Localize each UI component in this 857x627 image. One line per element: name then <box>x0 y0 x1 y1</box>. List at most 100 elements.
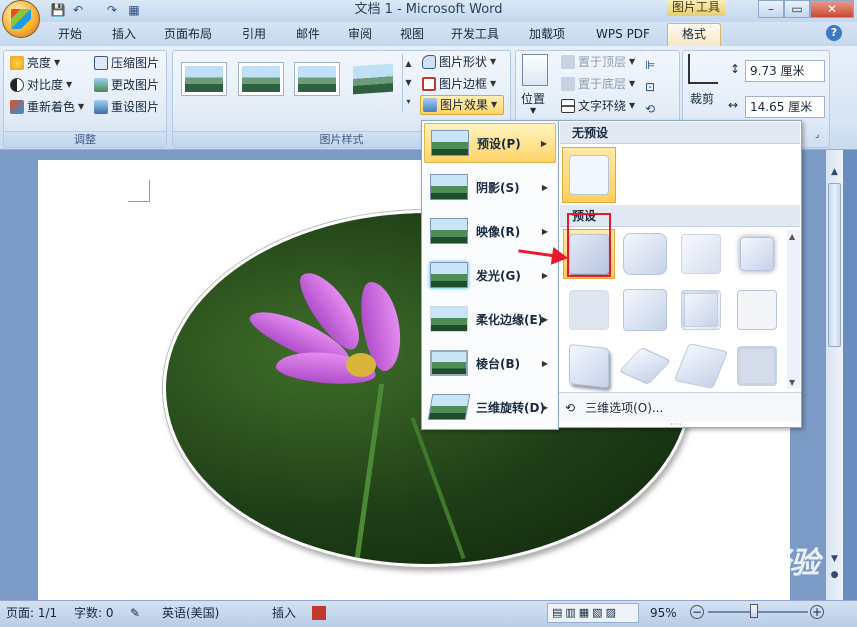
send-to-back-icon <box>561 77 575 91</box>
select-browse-object-icon[interactable]: ● <box>828 568 841 582</box>
picture-border-button[interactable]: 图片边框 ▼ <box>422 74 496 94</box>
menu-item-shadow[interactable]: 阴影(S) ▶ <box>424 167 556 207</box>
picture-style-thumb[interactable] <box>294 62 340 96</box>
picture-shape-button[interactable]: 图片形状 ▼ <box>422 52 496 72</box>
menu-item-soft-edges[interactable]: 柔化边缘(E) ▶ <box>424 299 556 339</box>
proofing-icon[interactable]: ✎ <box>130 605 140 621</box>
tab-mailings[interactable]: 邮件 <box>288 24 328 44</box>
align-group-rotate-icons[interactable]: ⊫ ⊡ ⟲ <box>645 54 669 116</box>
tab-developer[interactable]: 开发工具 <box>444 24 506 44</box>
3d-options-icon: ⟲ <box>565 400 576 415</box>
preset-option-8[interactable] <box>731 285 783 335</box>
bring-to-front-button[interactable]: 置于顶层 ▼ <box>561 52 635 72</box>
brightness-icon <box>10 56 24 70</box>
flower-stem <box>410 416 466 560</box>
position-icon[interactable] <box>522 54 548 86</box>
picture-effects-button[interactable]: 图片效果 ▼ <box>420 95 504 115</box>
brightness-button[interactable]: 亮度 ▼ <box>10 53 60 73</box>
scroll-up-icon[interactable]: ▲ <box>828 165 841 179</box>
crop-button-label[interactable]: 裁剪 <box>690 90 714 107</box>
tab-insert[interactable]: 插入 <box>104 24 144 44</box>
bring-to-front-icon <box>561 55 575 69</box>
no-preset-option[interactable] <box>562 147 616 203</box>
preset-option-12[interactable] <box>731 341 783 391</box>
recolor-button[interactable]: 重新着色 ▼ <box>10 97 84 117</box>
tab-review[interactable]: 审阅 <box>340 24 380 44</box>
tab-format[interactable]: 格式 <box>667 23 721 46</box>
zoom-level[interactable]: 95% <box>650 605 677 621</box>
flower-center <box>346 353 376 377</box>
3d-options-item[interactable]: ⟲ 三维选项(O)... <box>559 392 801 422</box>
menu-item-glow[interactable]: 发光(G) ▶ <box>424 255 556 295</box>
gallery-scroll-buttons[interactable]: ▲ ▼ ▾ <box>402 54 414 112</box>
preset-option-7[interactable] <box>675 285 727 335</box>
tab-home[interactable]: 开始 <box>50 24 90 44</box>
height-field[interactable]: 9.73 厘米 <box>745 60 825 82</box>
no-preset-header: 无预设 <box>560 122 800 144</box>
language-indicator[interactable]: 英语(美国) <box>162 605 219 621</box>
redo-icon[interactable]: ↷ <box>104 2 120 18</box>
reset-picture-icon <box>94 100 108 114</box>
width-field[interactable]: 14.65 厘米 <box>745 96 825 118</box>
group-adjust: 亮度 ▼ 对比度 ▼ 重新着色 ▼ 压缩图片 更改图片 重设图片 调整 <box>3 50 167 148</box>
3d-rotation-icon <box>427 394 471 420</box>
zoom-out-icon[interactable]: − <box>690 605 704 619</box>
insert-mode[interactable]: 插入 <box>272 605 296 621</box>
preset-option-2[interactable] <box>619 229 671 279</box>
compress-icon <box>94 56 108 70</box>
preset-option-4[interactable] <box>731 229 783 279</box>
shadow-icon <box>430 174 468 200</box>
menu-item-preset[interactable]: 预设(P) ▶ <box>424 123 556 163</box>
office-button[interactable] <box>2 0 40 38</box>
preset-option-5[interactable] <box>563 285 615 335</box>
resize-grip-icon[interactable]: ···· <box>670 420 681 430</box>
contrast-icon <box>10 78 24 92</box>
page-count[interactable]: 页面: 1/1 <box>6 605 57 621</box>
word-count[interactable]: 字数: 0 <box>74 605 114 621</box>
close-button[interactable]: ✕ <box>810 0 854 18</box>
zoom-slider-track[interactable] <box>708 611 808 613</box>
bevel-icon <box>430 350 468 376</box>
macro-record-icon[interactable] <box>312 606 326 620</box>
preset-option-9[interactable] <box>563 341 615 391</box>
picture-style-thumb[interactable] <box>181 62 227 96</box>
preset-option-3[interactable] <box>675 229 727 279</box>
tab-references[interactable]: 引用 <box>234 24 274 44</box>
preset-option-6[interactable] <box>619 285 671 335</box>
minimize-button[interactable]: – <box>758 0 784 18</box>
preset-icon <box>431 130 469 156</box>
position-button-label[interactable]: 位置 <box>521 90 545 107</box>
preset-option-10[interactable] <box>618 341 672 391</box>
reset-picture-button[interactable]: 重设图片 <box>94 97 159 117</box>
gallery-scrollbar[interactable] <box>787 230 800 388</box>
send-to-back-button[interactable]: 置于底层 ▼ <box>561 74 635 94</box>
maximize-button[interactable]: ▭ <box>784 0 810 18</box>
view-buttons[interactable]: ▤▥▦▧▨ <box>547 603 639 623</box>
crop-icon[interactable] <box>688 54 718 84</box>
compress-pictures-button[interactable]: 压缩图片 <box>94 53 159 73</box>
menu-item-3d-rotation[interactable]: 三维旋转(D) ▶ <box>424 387 556 427</box>
picture-style-thumb[interactable] <box>238 62 284 96</box>
menu-item-reflection[interactable]: 映像(R) ▶ <box>424 211 556 251</box>
tab-view[interactable]: 视图 <box>392 24 432 44</box>
picture-style-thumb[interactable] <box>350 62 396 96</box>
text-wrapping-button[interactable]: 文字环绕 ▼ <box>561 96 635 116</box>
preset-option-11[interactable] <box>673 341 729 391</box>
gallery-scroll-up-icon[interactable]: ▲ <box>789 232 795 241</box>
zoom-slider-thumb[interactable] <box>750 604 758 618</box>
tab-page-layout[interactable]: 页面布局 <box>158 24 218 44</box>
size-dialog-launcher-icon[interactable]: ⌟ <box>815 130 819 140</box>
tab-wps-pdf[interactable]: WPS PDF <box>588 24 658 44</box>
change-picture-button[interactable]: 更改图片 <box>94 75 159 95</box>
gallery-scroll-down-icon[interactable]: ▼ <box>789 378 795 387</box>
tab-addins[interactable]: 加载项 <box>520 24 574 44</box>
contrast-button[interactable]: 对比度 ▼ <box>10 75 72 95</box>
save-icon[interactable]: 💾 <box>50 2 66 18</box>
scroll-down-icon[interactable]: ▼ <box>828 552 841 566</box>
undo-icon[interactable]: ↶ <box>70 2 86 18</box>
scrollbar-thumb[interactable] <box>828 183 841 347</box>
zoom-in-icon[interactable]: + <box>810 605 824 619</box>
print-preview-icon[interactable]: ▦ <box>126 2 142 18</box>
menu-item-bevel[interactable]: 棱台(B) ▶ <box>424 343 556 383</box>
help-icon[interactable]: ? <box>826 25 842 41</box>
